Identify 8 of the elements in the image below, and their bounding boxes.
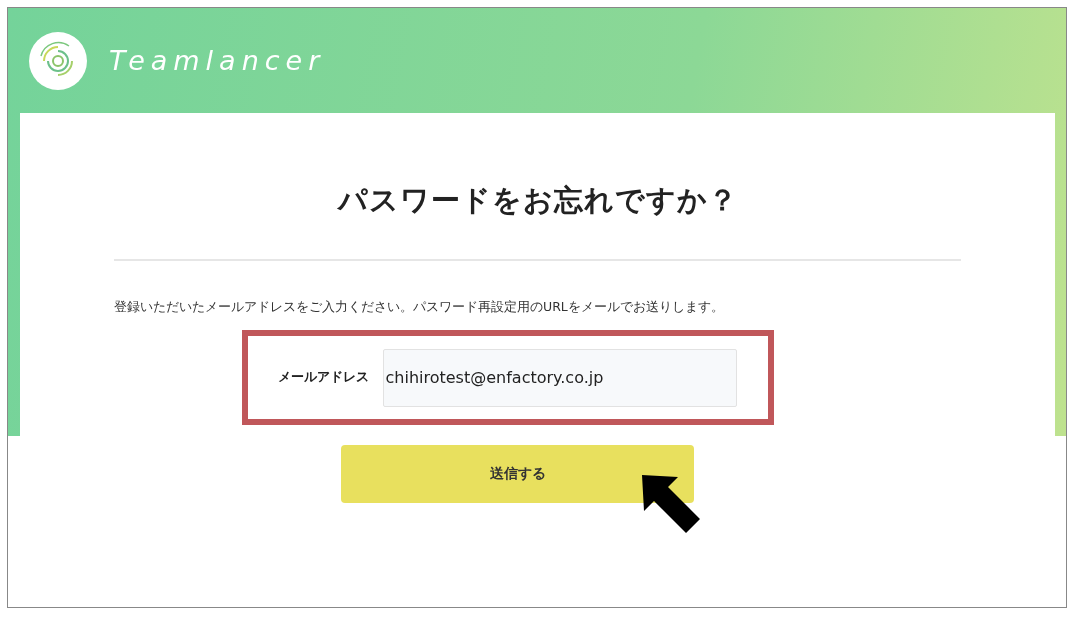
brand-name: Teamlancer [109, 45, 326, 76]
field-label: メールアドレス [277, 369, 369, 386]
instruction-text: 登録いただいたメールアドレスをご入力ください。パスワード再設定用のURLをメールでお送りします。 [114, 299, 725, 316]
email-field[interactable]: chihirotest@enfactory.co.jp [382, 348, 737, 407]
logo-icon [29, 31, 87, 90]
pointer-arrow-icon [640, 475, 702, 535]
page-title: パスワードをお忘れですか？ [337, 182, 738, 219]
submit-button[interactable]: 送信する [341, 445, 694, 503]
